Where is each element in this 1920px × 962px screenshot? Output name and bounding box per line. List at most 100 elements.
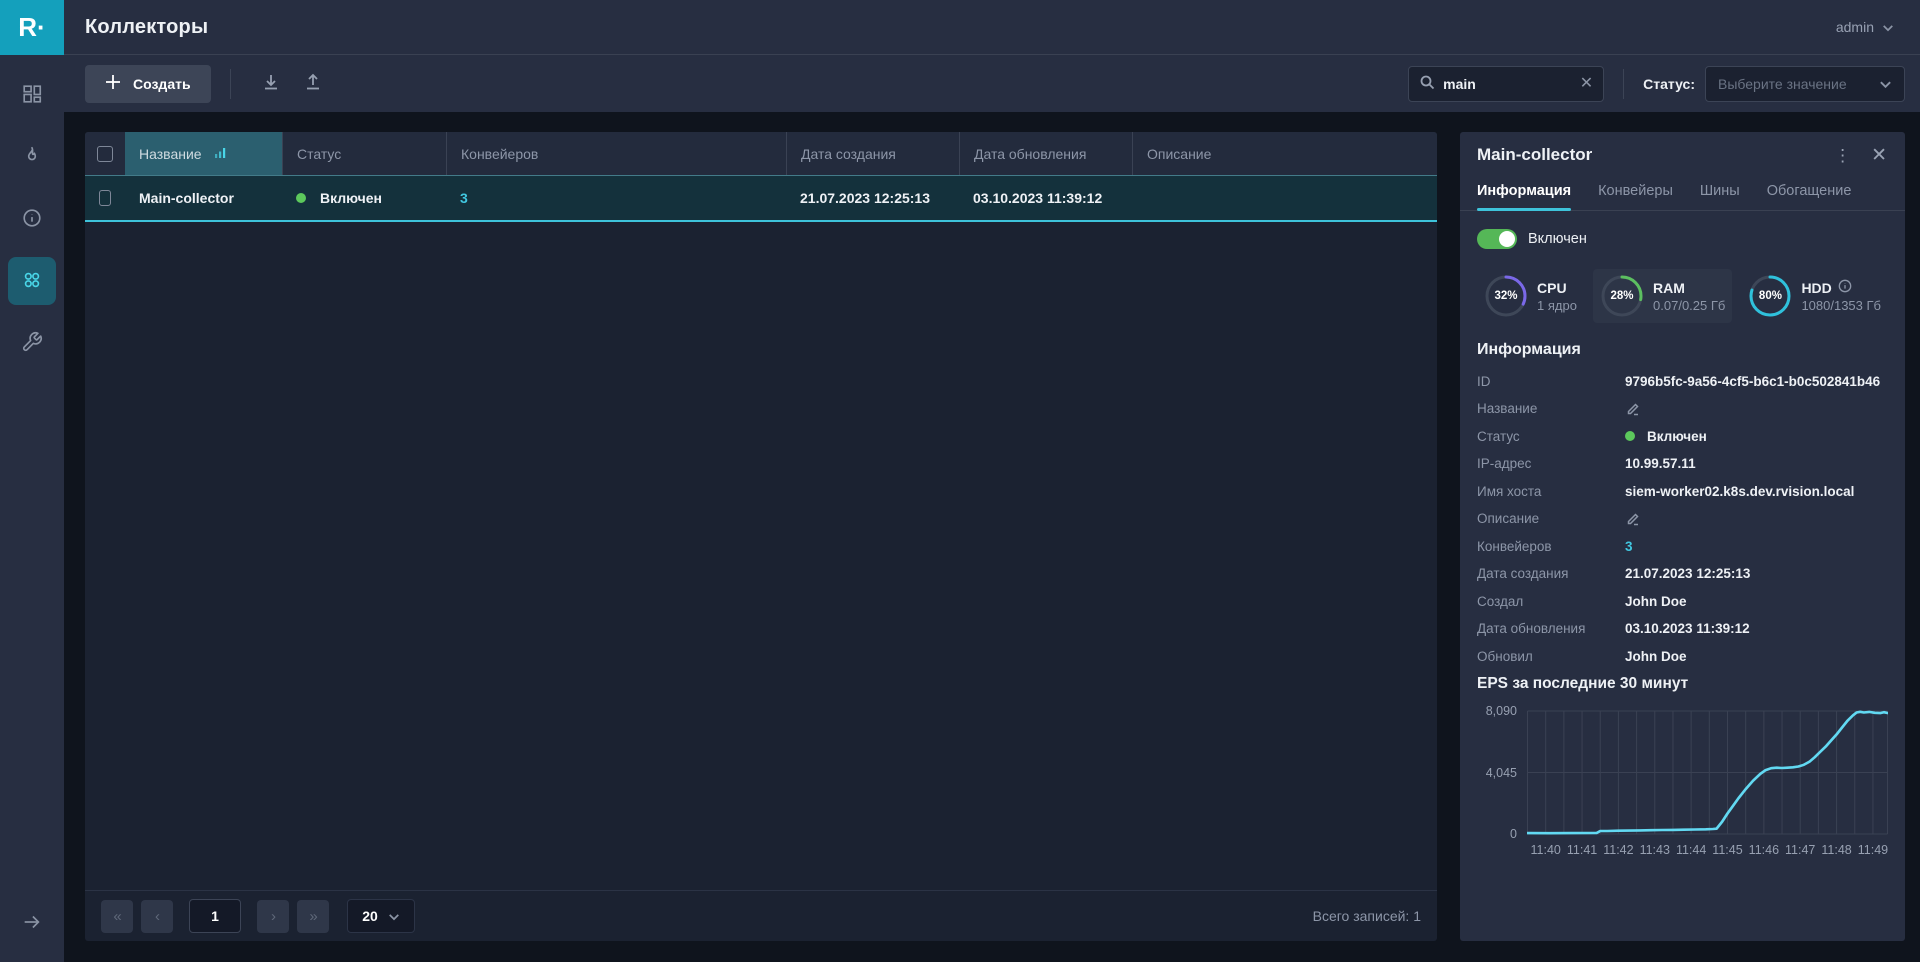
- tab-information[interactable]: Информация: [1477, 175, 1572, 211]
- column-header-description[interactable]: Описание: [1132, 132, 1437, 175]
- ram-label: RAM: [1653, 279, 1685, 296]
- page-number-input[interactable]: [189, 899, 241, 933]
- sidebar-item-info[interactable]: [8, 195, 56, 243]
- user-menu[interactable]: admin: [1836, 19, 1894, 35]
- next-page-button[interactable]: ›: [257, 899, 289, 933]
- download-icon: [261, 72, 281, 95]
- eps-x-tick: 11:48: [1821, 842, 1852, 857]
- panel-header: Main-collector ⋮ ✕: [1460, 132, 1905, 175]
- column-header-pipelines[interactable]: Конвейеров: [446, 132, 786, 175]
- collectors-table-panel: Название Статус Конвейеров Дата создания…: [85, 132, 1437, 941]
- collector-detail-panel: Main-collector ⋮ ✕ Информация Конвейеры …: [1460, 132, 1905, 941]
- search-input[interactable]: [1443, 75, 1572, 92]
- field-label-status: Статус: [1477, 428, 1520, 444]
- eps-x-tick: 11:41: [1566, 842, 1598, 857]
- cpu-sub: 1 ядро: [1537, 297, 1577, 313]
- app-logo[interactable]: R·: [0, 0, 64, 55]
- status-filter-label: Статус:: [1643, 75, 1695, 92]
- field-value-status: Включен: [1625, 429, 1888, 444]
- search-box: ✕: [1408, 65, 1605, 102]
- search-icon: [1419, 74, 1435, 93]
- sidebar-expand-button[interactable]: [21, 911, 43, 962]
- first-page-button[interactable]: «: [101, 899, 133, 933]
- edit-description-icon[interactable]: [1625, 511, 1641, 527]
- status-filter-select[interactable]: Выберите значение: [1705, 65, 1905, 102]
- sidebar-item-dashboard[interactable]: [8, 71, 56, 119]
- export-button[interactable]: [292, 64, 334, 104]
- main-area: Коллекторы admin Создать ✕: [64, 0, 1920, 962]
- panel-tabs: Информация Конвейеры Шины Обогащение: [1460, 175, 1905, 211]
- info-circle-icon[interactable]: [1838, 279, 1852, 296]
- close-icon[interactable]: ✕: [1871, 146, 1887, 165]
- cell-created: 21.07.2023 12:25:13: [800, 190, 930, 206]
- chevron-down-icon: [1879, 76, 1892, 92]
- search-clear-icon[interactable]: ✕: [1580, 75, 1593, 92]
- ram-stat: 28% RAM 0.07/0.25 Гб: [1593, 269, 1733, 323]
- user-name: admin: [1835, 19, 1874, 35]
- import-button[interactable]: [250, 64, 292, 104]
- hdd-label: HDD: [1801, 279, 1881, 296]
- sidebar-item-settings[interactable]: [8, 319, 56, 367]
- eps-plot: [1527, 705, 1888, 837]
- ram-donut: 28%: [1600, 274, 1644, 318]
- table-empty-space: [85, 222, 1437, 890]
- tab-buses[interactable]: Шины: [1700, 175, 1740, 210]
- field-label-ip: IP-адрес: [1477, 456, 1532, 471]
- status-filter-placeholder: Выберите значение: [1718, 75, 1847, 92]
- tab-pipelines[interactable]: Конвейеры: [1598, 175, 1673, 210]
- cell-status: Включен: [282, 176, 446, 220]
- status-dot: [296, 193, 306, 203]
- ram-sub: 0.07/0.25 Гб: [1653, 297, 1726, 313]
- flame-icon: [21, 145, 43, 170]
- eps-x-tick: 11:42: [1603, 842, 1634, 857]
- sidebar-nav: [8, 55, 56, 367]
- column-label-name: Название: [139, 145, 202, 162]
- enabled-toggle[interactable]: [1477, 229, 1517, 249]
- field-value-id: 9796b5fc-9a56-4cf5-b6c1-b0c502841b46: [1625, 373, 1881, 389]
- eps-x-axis: 11:40 11:41 11:42 11:43 11:44 11:45 11:46 11:47…: [1527, 837, 1889, 859]
- eps-y-axis: 8,090 4,045 0: [1485, 703, 1517, 841]
- page-size-select[interactable]: 20: [347, 899, 415, 933]
- column-header-status[interactable]: Статус: [282, 132, 446, 175]
- eps-x-tick: 11:47: [1785, 842, 1816, 857]
- sidebar-item-collectors[interactable]: [8, 257, 56, 305]
- field-value-updated: 03.10.2023 11:39:12: [1625, 621, 1750, 636]
- kebab-menu-icon[interactable]: ⋮: [1834, 147, 1851, 164]
- info-icon: [21, 207, 43, 232]
- sidebar-item-incidents[interactable]: [8, 133, 56, 181]
- column-header-updated[interactable]: Дата обновления: [959, 132, 1132, 175]
- chevron-down-icon: [388, 908, 400, 924]
- toolbar: Создать ✕ Статус: Выберите значение: [64, 55, 1920, 112]
- panel-pipelines-link[interactable]: 3: [1625, 539, 1633, 554]
- edit-name-icon[interactable]: [1625, 401, 1641, 417]
- info-section-heading: Информация: [1477, 341, 1581, 358]
- field-label-created-by: Создал: [1477, 593, 1524, 609]
- row-checkbox[interactable]: [99, 190, 111, 206]
- table-row[interactable]: Main-collector Включен 3 21.07.2023 12:2…: [85, 175, 1437, 222]
- wrench-icon: [21, 331, 43, 356]
- enabled-toggle-label: Включен: [1528, 231, 1587, 247]
- prev-page-button[interactable]: ‹: [141, 899, 173, 933]
- select-all-checkbox[interactable]: [97, 145, 113, 162]
- arrow-right-icon: [21, 915, 43, 936]
- create-button[interactable]: Создать: [85, 64, 211, 103]
- field-label-created: Дата создания: [1477, 566, 1569, 581]
- cell-pipelines: 3: [446, 176, 786, 220]
- field-label-pipelines: Конвейеров: [1477, 538, 1552, 554]
- content: Название Статус Конвейеров Дата создания…: [64, 112, 1920, 962]
- eps-x-tick: 11:46: [1748, 842, 1780, 857]
- cpu-stat: 32% CPU 1 ядро: [1477, 269, 1584, 323]
- dashboard-icon: [21, 83, 43, 108]
- last-page-button[interactable]: »: [297, 899, 329, 933]
- column-header-name[interactable]: Название: [125, 132, 282, 175]
- eps-x-tick: 11:44: [1675, 842, 1707, 857]
- tab-enrichment[interactable]: Обогащение: [1767, 175, 1852, 210]
- upload-icon: [303, 72, 323, 95]
- table-header: Название Статус Конвейеров Дата создания…: [85, 132, 1437, 175]
- column-header-created[interactable]: Дата создания: [786, 132, 959, 175]
- hdd-sub: 1080/1353 Гб: [1801, 298, 1881, 313]
- field-label-description: Описание: [1477, 511, 1540, 526]
- sort-bars-icon: [214, 145, 228, 162]
- field-value-ip: 10.99.57.11: [1625, 456, 1696, 471]
- pipelines-count-link[interactable]: 3: [460, 190, 468, 206]
